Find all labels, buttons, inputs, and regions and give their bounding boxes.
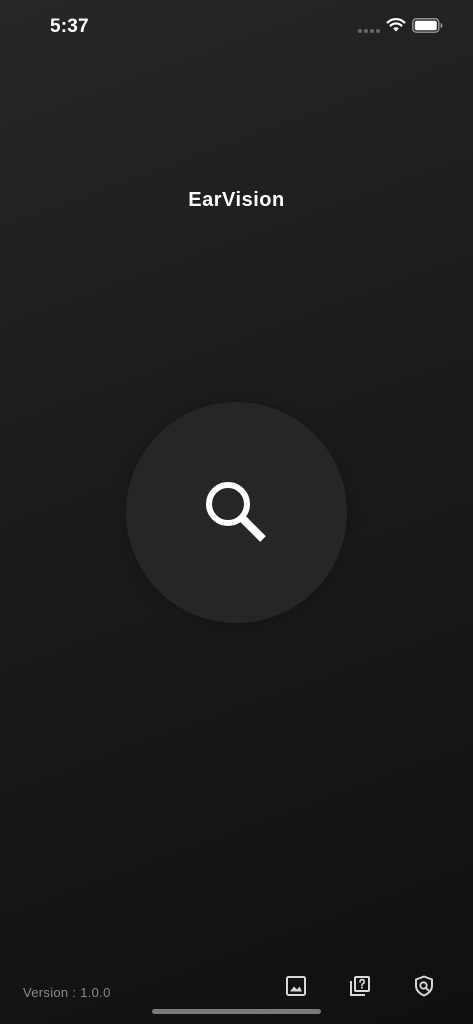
privacy-button[interactable] [410, 972, 438, 1000]
help-button[interactable] [346, 972, 374, 1000]
status-time: 5:37 [50, 16, 89, 37]
status-bar: 5:37 [0, 0, 473, 54]
privacy-shield-icon [415, 975, 433, 997]
home-indicator[interactable] [152, 1009, 321, 1014]
gallery-button[interactable] [282, 972, 310, 1000]
help-cards-icon [350, 976, 370, 996]
cellular-signal-icon [358, 29, 380, 33]
search-icon [205, 481, 266, 542]
image-gallery-icon [286, 976, 306, 996]
wifi-icon [386, 18, 406, 32]
version-label: Version : 1.0.0 [23, 985, 111, 1000]
battery-icon [412, 18, 443, 33]
app-title: EarVision [188, 189, 285, 211]
search-button[interactable] [126, 402, 347, 623]
